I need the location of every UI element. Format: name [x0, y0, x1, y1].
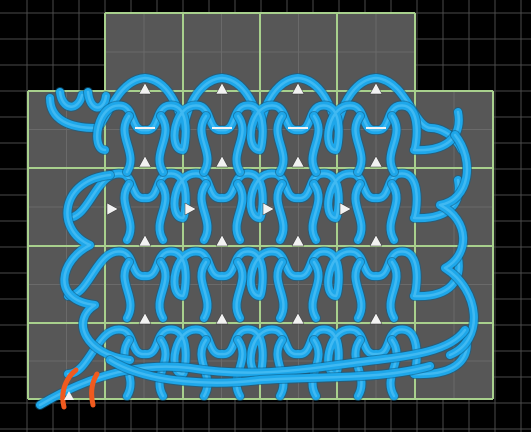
knit-canvas[interactable]: [0, 0, 531, 432]
stitch-diagram[interactable]: [0, 0, 531, 432]
